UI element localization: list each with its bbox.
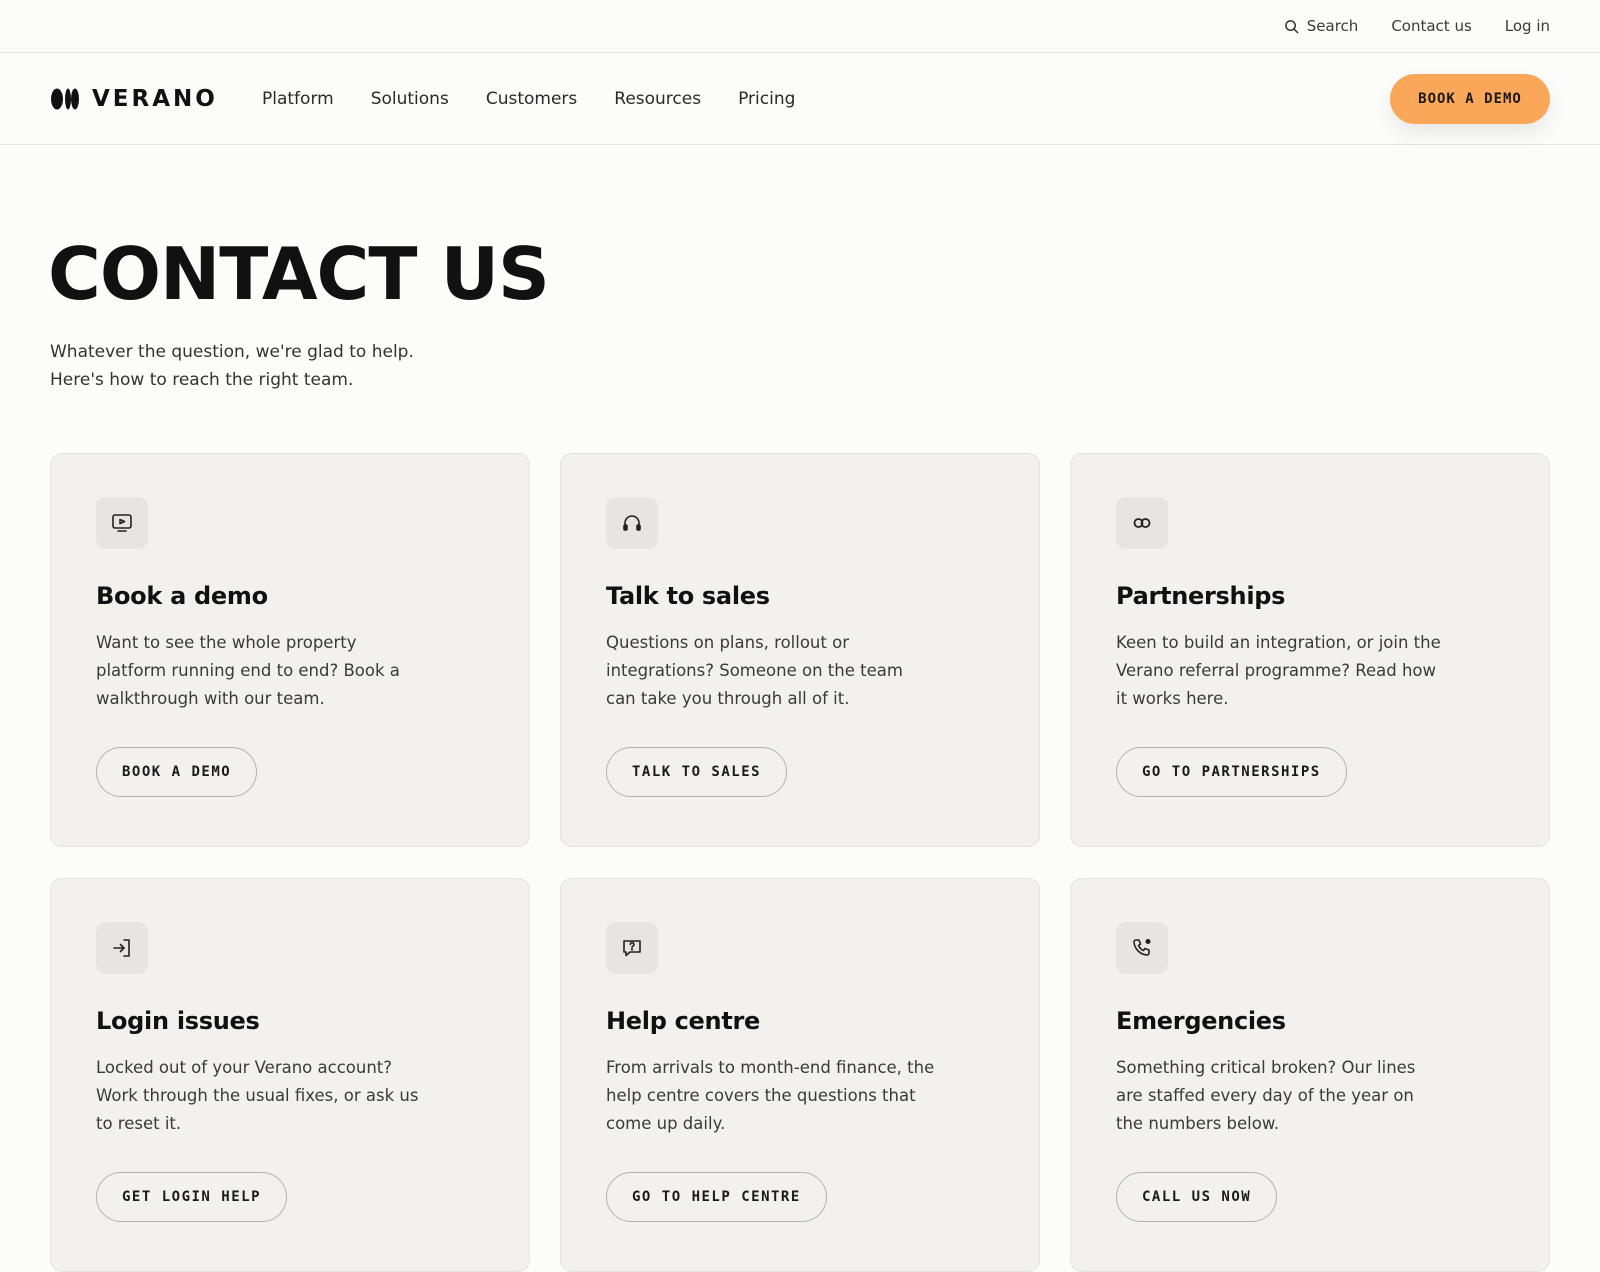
headphones-icon [606, 497, 658, 549]
nav-link-resources[interactable]: Resources [614, 89, 701, 109]
card-description: Want to see the whole property platform … [96, 633, 400, 708]
call-us-now-button[interactable]: CALL US NOW [1116, 1172, 1278, 1222]
nav-link-solutions[interactable]: Solutions [371, 89, 449, 109]
card-description: Questions on plans, rollout or integrati… [606, 633, 903, 708]
login-link[interactable]: Log in [1505, 17, 1550, 35]
contact-card-book-demo: Book a demo Want to see the whole proper… [50, 453, 530, 847]
contact-card-login-issues: Login issues Locked out of your Verano a… [50, 878, 530, 1272]
page-title: CONTACT US [48, 232, 550, 316]
contact-label: Contact us [1391, 17, 1472, 35]
contact-card-emergencies: Emergencies Something critical broken? O… [1070, 878, 1550, 1272]
get-login-help-button[interactable]: GET LOGIN HELP [96, 1172, 288, 1222]
card-title: Talk to sales [606, 582, 770, 610]
logo-mark-icon [51, 88, 79, 110]
card-description: Something critical broken? Our lines are… [1116, 1058, 1416, 1133]
card-description: Keen to build an integration, or join th… [1116, 633, 1441, 708]
card-description: From arrivals to month-end finance, the … [606, 1058, 935, 1133]
nav-links: Platform Solutions Customers Resources P… [262, 53, 832, 145]
login-arrow-icon [96, 922, 148, 974]
card-title: Partnerships [1116, 582, 1286, 610]
nav-link-customers[interactable]: Customers [486, 89, 577, 109]
logo-text: VERANO [92, 86, 218, 112]
search-icon [1284, 19, 1299, 33]
contact-card-help-centre: Help centre From arrivals to month-end f… [560, 878, 1040, 1272]
main-nav: VERANO Platform Solutions Customers Reso… [0, 53, 1600, 145]
phone-alert-icon [1116, 922, 1168, 974]
page-subtitle: Whatever the question, we're glad to hel… [50, 338, 470, 394]
talk-to-sales-button[interactable]: TALK TO SALES [606, 747, 788, 797]
page-subtitle-line: Whatever the question, we're glad to hel… [50, 342, 414, 362]
contact-card-partnerships: Partnerships Keen to build an integratio… [1070, 453, 1550, 847]
page-subtitle-line: Here's how to reach the right team. [50, 370, 354, 390]
contact-link[interactable]: Contact us [1391, 17, 1471, 35]
card-title: Login issues [96, 1007, 260, 1035]
card-title: Emergencies [1116, 1007, 1286, 1035]
card-title: Help centre [606, 1007, 761, 1035]
logo[interactable]: VERANO [50, 86, 218, 112]
help-chat-icon [606, 922, 658, 974]
book-demo-button[interactable]: BOOK A DEMO [96, 747, 258, 797]
contact-card-talk-to-sales: Talk to sales Questions on plans, rollou… [560, 453, 1040, 847]
book-demo-cta-button[interactable]: BOOK A DEMO [1390, 74, 1550, 124]
search-link[interactable]: Search [1284, 17, 1359, 35]
card-title: Book a demo [96, 582, 268, 610]
go-to-partnerships-button[interactable]: GO TO PARTNERSHIPS [1116, 747, 1347, 797]
go-to-help-centre-button[interactable]: GO TO HELP CENTRE [606, 1172, 827, 1222]
utility-bar: Search Contact us Log in [0, 0, 1600, 53]
monitor-play-icon [96, 497, 148, 549]
search-label: Search [1306, 17, 1359, 35]
nav-link-platform[interactable]: Platform [262, 89, 334, 109]
linked-rings-icon [1116, 497, 1168, 549]
login-label: Log in [1504, 17, 1550, 35]
card-description: Locked out of your Verano account? Work … [96, 1058, 419, 1133]
nav-link-pricing[interactable]: Pricing [738, 89, 795, 109]
